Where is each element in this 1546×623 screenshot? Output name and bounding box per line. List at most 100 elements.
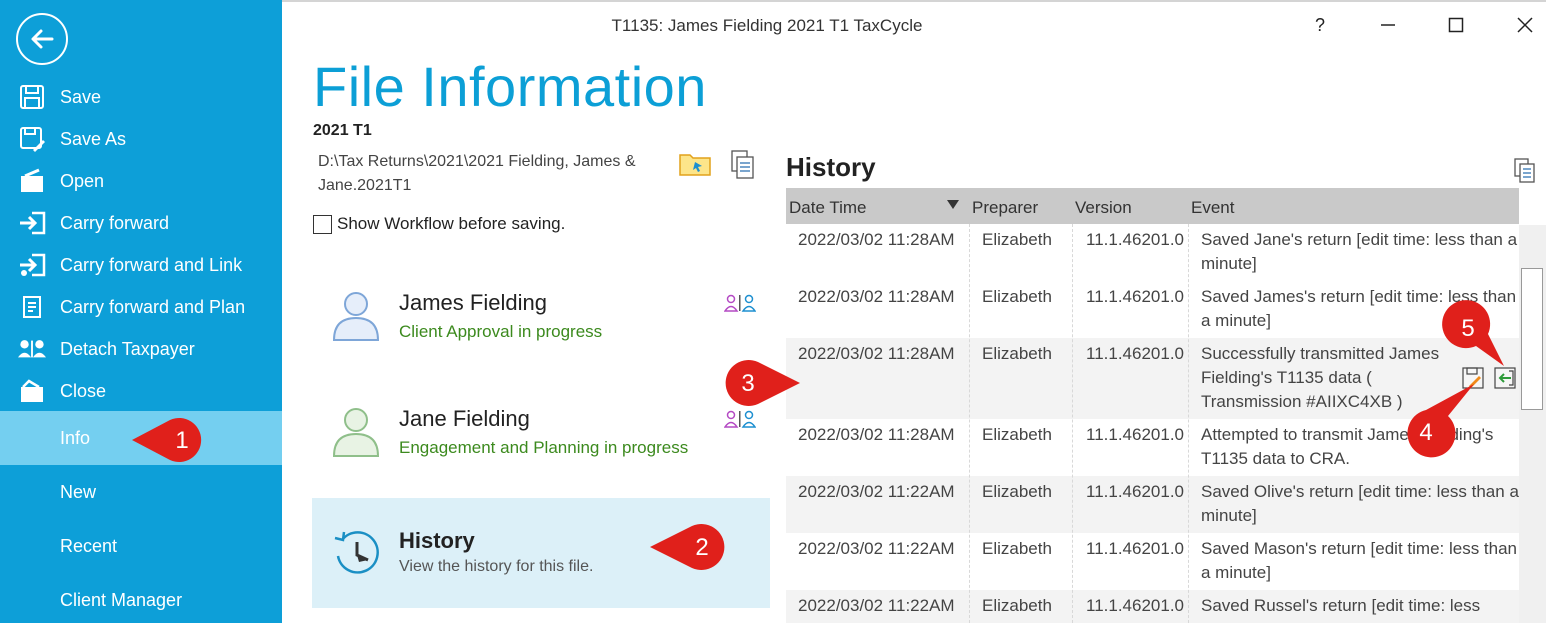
- sidebar-item-label: Recent: [60, 535, 118, 556]
- column-header-version[interactable]: Version: [1075, 198, 1132, 218]
- sidebar-item-carry-forward[interactable]: Carry forward: [0, 202, 282, 244]
- sidebar-item-close[interactable]: Close: [0, 370, 282, 412]
- column-header-preparer[interactable]: Preparer: [972, 198, 1038, 218]
- cell-preparer: Elizabeth: [982, 539, 1052, 558]
- sidebar-item-label: Carry forward and Link: [60, 254, 243, 275]
- sidebar-item-carry-forward-plan[interactable]: Carry forward and Plan: [0, 286, 282, 328]
- taxpayer-name: Jane Fielding: [399, 406, 530, 431]
- history-icon: [334, 531, 379, 574]
- person-icon: [332, 408, 380, 457]
- cell-preparer: Elizabeth: [982, 287, 1052, 306]
- person-icon: [332, 292, 380, 341]
- cell-preparer: Elizabeth: [982, 596, 1052, 615]
- sidebar-item-client-manager[interactable]: Client Manager: [0, 579, 282, 621]
- sidebar-item-label: Carry forward and Plan: [60, 296, 246, 317]
- column-divider: [969, 224, 970, 623]
- folder-icon: [679, 154, 711, 176]
- workflow-checkbox[interactable]: [313, 214, 332, 234]
- sidebar-item-label: Open: [60, 170, 105, 191]
- sidebar-item-label: Detach Taxpayer: [60, 338, 195, 359]
- cell-preparer: Elizabeth: [982, 482, 1052, 501]
- copy-path-button[interactable]: [731, 150, 755, 185]
- cell-event: Saved Mason's return [edit time: less th…: [1201, 539, 1518, 582]
- sidebar-item-recent[interactable]: Recent: [0, 525, 282, 567]
- table-row[interactable]: 2022/03/02 11:28AM Elizabeth 11.1.46201.…: [786, 224, 1519, 281]
- cell-version: 11.1.46201.0: [1086, 425, 1184, 444]
- help-button[interactable]: ?: [1302, 10, 1338, 40]
- sidebar-item-label: Info: [60, 427, 91, 448]
- cell-datetime: 2022/03/02 11:22AM: [798, 482, 955, 501]
- sidebar-item-save-as[interactable]: Save As: [0, 118, 282, 160]
- cell-version: 11.1.46201.0: [1086, 539, 1184, 558]
- copy-icon: [1514, 158, 1535, 183]
- sidebar-item-detach-taxpayer[interactable]: Detach Taxpayer: [0, 328, 282, 370]
- history-table-header: Date Time Preparer Version Event: [786, 188, 1519, 224]
- linked-taxpayers-icon[interactable]: [724, 294, 756, 312]
- cell-datetime: 2022/03/02 11:28AM: [798, 230, 955, 249]
- copy-history-button[interactable]: [1514, 158, 1536, 189]
- maximize-button[interactable]: [1438, 10, 1474, 40]
- linked-taxpayers-icon[interactable]: [724, 410, 756, 428]
- sidebar-item-carry-forward-link[interactable]: Carry forward and Link: [0, 244, 282, 286]
- sidebar-item-label: Close: [60, 380, 107, 401]
- file-path: D:\Tax Returns\2021\2021 Fielding, James…: [318, 153, 636, 194]
- workflow-option[interactable]: Show Workflow before saving.: [313, 214, 565, 234]
- cell-datetime: 2022/03/02 11:22AM: [798, 539, 955, 558]
- cell-version: 11.1.46201.0: [1086, 482, 1184, 501]
- carry-forward-icon: [18, 209, 46, 237]
- save-as-icon: [18, 125, 46, 153]
- taxpayer-status: Client Approval in progress: [399, 322, 603, 341]
- back-arrow-icon: [31, 29, 54, 49]
- callout-number: 5: [1461, 315, 1474, 342]
- column-divider: [1188, 224, 1189, 623]
- detach-taxpayer-icon: [18, 335, 46, 363]
- column-header-datetime[interactable]: Date Time: [789, 198, 866, 218]
- taxpayer-name: James Fielding: [399, 290, 547, 315]
- callout-5: 5: [1442, 300, 1504, 366]
- back-button[interactable]: [16, 13, 68, 65]
- table-row[interactable]: 2022/03/02 11:28AM Elizabeth 11.1.46201.…: [786, 281, 1519, 338]
- open-icon: [18, 167, 46, 195]
- window-title: T1135: James Fielding 2021 T1 TaxCycle: [611, 16, 923, 35]
- cell-datetime: 2022/03/02 11:28AM: [798, 344, 955, 363]
- taxpayer-card-james[interactable]: James Fielding Client Approval in progre…: [330, 290, 760, 350]
- cell-datetime: 2022/03/02 11:28AM: [798, 425, 955, 444]
- table-row[interactable]: 2022/03/02 11:22AM Elizabeth 11.1.46201.…: [786, 590, 1519, 623]
- cell-datetime: 2022/03/02 11:28AM: [798, 287, 955, 306]
- table-row[interactable]: 2022/03/02 11:22AM Elizabeth 11.1.46201.…: [786, 476, 1519, 533]
- sidebar-item-open[interactable]: Open: [0, 160, 282, 202]
- close-file-icon: [18, 377, 46, 405]
- copy-icon: [731, 150, 754, 179]
- sidebar-item-label: New: [60, 481, 97, 502]
- callout-1: 1: [132, 418, 202, 462]
- cell-version: 11.1.46201.0: [1086, 287, 1184, 306]
- open-folder-button[interactable]: [679, 152, 711, 181]
- page-title: File Information: [313, 55, 707, 118]
- close-window-button[interactable]: [1507, 10, 1543, 40]
- cell-preparer: Elizabeth: [982, 425, 1052, 444]
- column-header-event[interactable]: Event: [1191, 198, 1234, 218]
- minimize-icon: [1381, 24, 1395, 26]
- column-divider: [1072, 224, 1073, 623]
- close-icon: [1517, 17, 1533, 33]
- file-year: 2021 T1: [313, 122, 372, 139]
- history-card-description: View the history for this file.: [399, 558, 594, 575]
- save-icon: [18, 83, 46, 111]
- cell-preparer: Elizabeth: [982, 230, 1052, 249]
- history-card-title: History: [399, 528, 475, 553]
- callout-2: 2: [650, 524, 725, 570]
- sort-descending-icon: [947, 200, 959, 209]
- sidebar-item-label: Carry forward: [60, 212, 170, 233]
- callout-number: 2: [695, 534, 708, 561]
- table-row[interactable]: 2022/03/02 11:22AM Elizabeth 11.1.46201.…: [786, 533, 1519, 590]
- minimize-button[interactable]: [1370, 10, 1406, 40]
- cell-datetime: 2022/03/02 11:22AM: [798, 596, 955, 615]
- cell-preparer: Elizabeth: [982, 344, 1052, 363]
- history-scrollbar-thumb[interactable]: [1521, 268, 1543, 410]
- taxpayer-card-jane[interactable]: Jane Fielding Engagement and Planning in…: [330, 406, 760, 466]
- sidebar-item-label: Client Manager: [60, 589, 183, 610]
- sidebar-item-save[interactable]: Save: [0, 76, 282, 118]
- sidebar-item-new[interactable]: New: [0, 471, 282, 513]
- callout-number: 4: [1419, 419, 1432, 446]
- cell-event: Saved Olive's return [edit time: less th…: [1201, 482, 1519, 525]
